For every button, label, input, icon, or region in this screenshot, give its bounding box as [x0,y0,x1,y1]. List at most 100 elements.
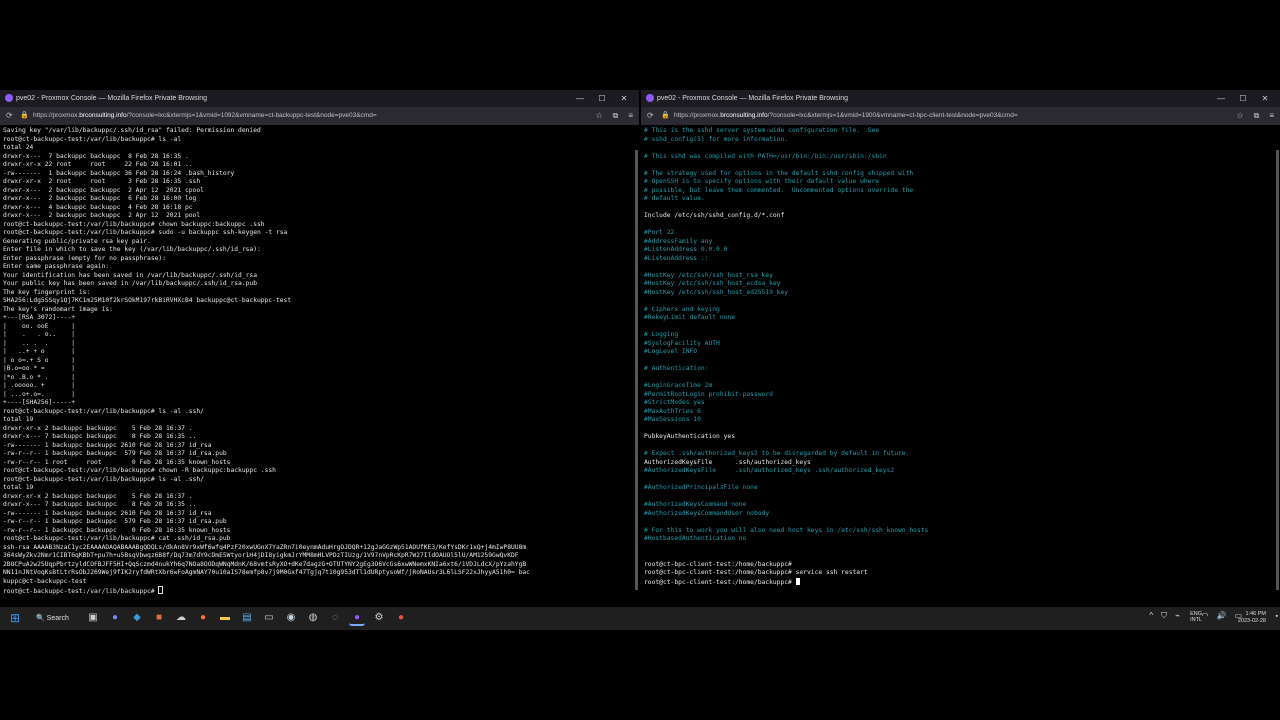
file-explorer-icon[interactable]: ▬ [217,610,233,626]
terminal-output[interactable]: # This is the sshd server system-wide co… [644,127,1277,606]
terminal-line: total 19 [3,416,34,423]
terminal-line: |B.o=oo * = | [3,365,76,372]
config-comment-line: #HostKey /etc/ssh/ssh_host_ecdsa_key [644,280,781,287]
clock[interactable]: 1:46 PM 2023-02-28 [1238,611,1266,625]
url-text[interactable]: https://proxmox.brconsulting.info/?conso… [33,107,377,125]
terminal-line: drwxr-x--- 2 backuppc backuppc 6 Feb 28 … [3,195,197,202]
config-comment-line: # The strategy used for options in the d… [644,169,914,177]
extensions-icon[interactable]: ⧉ [613,107,619,125]
maximize-icon[interactable]: ☐ [591,90,613,107]
firefox-private-icon[interactable]: ● [349,610,365,626]
chat-icon[interactable]: ● [107,610,123,626]
terminal-line: root@ct-backuppc-test:/var/lib/backuppc#… [3,407,204,415]
vscode-icon[interactable]: ◆ [129,610,145,626]
config-comment-line: # Expect .ssh/authorized_keys2 to be dis… [644,450,910,457]
terminal-output[interactable]: Saving key "/var/lib/backuppc/.ssh/id_rs… [3,127,636,606]
onedrive-icon[interactable]: ☁ [173,610,189,626]
address-bar[interactable]: ⟳ 🔒 https://proxmox.brconsulting.info/?c… [0,107,639,125]
terminal-icon[interactable]: ▭ [261,610,277,626]
maximize-icon[interactable]: ☐ [1232,90,1254,107]
scrollbar[interactable] [635,150,638,590]
reload-icon[interactable]: ⟳ [647,107,654,125]
bookmark-star-icon[interactable]: ☆ [1236,107,1243,125]
clock-time: 1:46 PM [1245,611,1266,617]
app-icon[interactable]: ■ [151,610,167,626]
terminal-line: | ..+ + o | [3,348,76,355]
menu-icon[interactable]: ≡ [1269,107,1274,125]
terminal-line: SHA256:Ldg5SSqy1Qj7KC1m25M10f2krSOkM197r… [3,297,292,304]
network-icon[interactable]: ⌁ [1175,611,1180,621]
app-icon-3[interactable]: ● [393,610,409,626]
scrollbar[interactable] [1276,150,1279,590]
windows-start-icon[interactable]: ⊞ [10,612,22,624]
terminal-line: +----[SHA256]-----+ [3,399,76,406]
bookmark-star-icon[interactable]: ☆ [595,107,602,125]
url-text[interactable]: https://proxmox.brconsulting.info/?conso… [674,107,1018,125]
taskbar-search[interactable]: 🔍 Search [36,612,69,625]
extensions-icon[interactable]: ⧉ [1254,107,1260,125]
terminal-line: drwxr-xr-x 22 root root 22 Feb 28 16:01 … [3,161,193,168]
terminal-line: -rw-r--r-- 1 backuppc backuppc 579 Feb 2… [3,450,227,457]
config-comment-line: #PermitRootLogin prohibit-password [644,390,773,398]
browser-window-right[interactable]: pve02 - Proxmox Console — Mozilla Firefo… [641,90,1280,606]
terminal-line: total 24 [3,144,34,151]
terminal-line: drwxr-x--- 7 backuppc backuppc 8 Feb 28 … [3,433,197,440]
terminal-line: AuthorizedKeysFile .ssh/authorized_keys [644,458,811,466]
terminal-line: root@ct-backuppc-test:/var/lib/backuppc# [3,586,636,595]
title-bar[interactable]: pve02 - Proxmox Console — Mozilla Firefo… [641,90,1280,107]
menu-icon[interactable]: ≡ [628,107,633,125]
notepad-icon[interactable]: ▤ [239,610,255,626]
system-tray-right: ◠ 🔊 ▭ [1201,611,1242,620]
firefox-private-icon [646,94,654,102]
settings-icon[interactable]: ⚙ [371,610,387,626]
address-bar[interactable]: ⟳ 🔒 https://proxmox.brconsulting.info/?c… [641,107,1280,125]
config-comment-line: #LoginGraceTime 2m [644,382,713,389]
task-view-icon[interactable]: ▣ [85,610,101,626]
browser-window-left[interactable]: pve02 - Proxmox Console — Mozilla Firefo… [0,90,639,606]
reload-icon[interactable]: ⟳ [6,107,13,125]
terminal-line: -rw-r--r-- 1 root root 0 Feb 28 16:35 kn… [3,458,231,466]
wifi-icon[interactable]: ◠ [1201,611,1208,620]
chevron-up-icon[interactable]: ^ [1149,611,1153,621]
minimize-icon[interactable]: — [569,90,591,107]
language-indicator[interactable]: ENG INTL [1190,611,1202,623]
taskbar: ⊞ 🔍 Search ▣ ● ◆ ■ ☁ ● ▬ ▤ ▭ ◉ ◍ ◌ ● ⚙ ● ^ ⛉ ⌁ ENG INT… [0,607,1280,630]
terminal-line: root@ct-backuppc-test:/var/lib/backuppc#… [3,220,265,228]
terminal-line: root@ct-backuppc-test:/var/lib/backuppc#… [3,229,288,236]
volume-icon[interactable]: 🔊 [1216,611,1226,620]
chrome-icon[interactable]: ◍ [305,610,321,626]
terminal-line: Your identification has been saved in /v… [3,271,258,279]
terminal-line: Saving key "/var/lib/backuppc/.ssh/id_rs… [3,127,261,134]
terminal-line: NN11nJNtVoqKsBtLtrRsObJ269Wej9fIK2ryfdWR… [3,569,530,576]
app-icon-2[interactable]: ◌ [327,610,343,626]
firefox-icon[interactable]: ● [195,610,211,626]
title-bar[interactable]: pve02 - Proxmox Console — Mozilla Firefo… [0,90,639,107]
close-icon[interactable]: ✕ [613,90,635,107]
terminal-cursor [158,586,164,594]
terminal-line: Your public key has been saved in /var/l… [3,280,258,287]
lock-icon[interactable]: 🔒 [661,107,670,125]
terminal-line: kuppc@ct-backuppc-test [3,577,87,585]
terminal-line: drwxr-x--- 7 backuppc backuppc 8 Feb 28 … [3,152,189,160]
close-icon[interactable]: ✕ [1254,90,1276,107]
terminal-line: root@ct-backuppc-test:/var/lib/backuppc#… [3,535,231,542]
terminal-line: -rw------- 1 backuppc backuppc 2610 Feb … [3,441,212,449]
terminal-line: root@ct-backuppc-test:/var/lib/backuppc#… [3,135,182,143]
minimize-icon[interactable]: — [1210,90,1232,107]
lock-icon[interactable]: 🔒 [20,107,29,125]
config-comment-line: #MaxSessions 10 [644,416,701,423]
config-comment-line: #AuthorizedKeysCommand none [644,501,747,508]
steam-icon[interactable]: ◉ [283,610,299,626]
notification-icon[interactable]: ▪ [1276,613,1278,620]
security-icon[interactable]: ⛉ [1161,611,1167,621]
terminal-line: | oo. ooE | [3,322,76,330]
terminal-line: total 19 [3,484,34,491]
